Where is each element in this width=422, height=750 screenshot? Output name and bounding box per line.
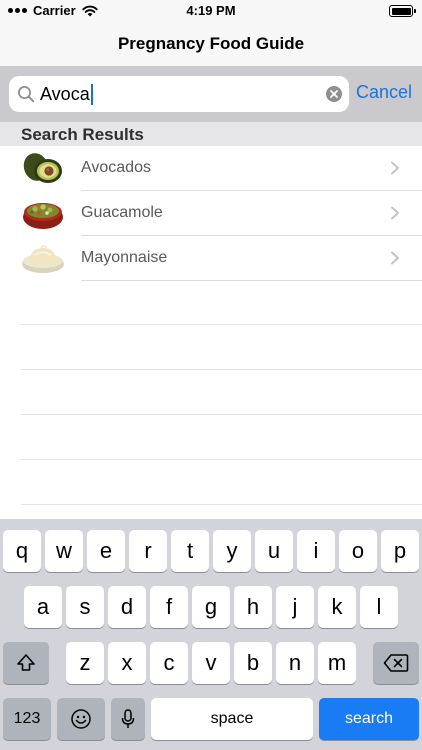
key-l[interactable]: l [360, 586, 398, 628]
key-b[interactable]: b [234, 642, 272, 684]
chevron-right-icon [391, 161, 399, 175]
guacamole-icon [23, 203, 63, 229]
avocado-icon [23, 153, 62, 183]
status-bar: Carrier 4:19 PM [0, 0, 422, 22]
status-time: 4:19 PM [186, 3, 236, 18]
key-r[interactable]: r [129, 530, 167, 572]
key-o[interactable]: o [339, 530, 377, 572]
key-e[interactable]: e [87, 530, 125, 572]
empty-row [21, 325, 422, 370]
keyboard: q w e r t y u i o p a s d f g h j k l z … [0, 519, 422, 750]
key-h[interactable]: h [234, 586, 272, 628]
list-item[interactable]: Avocados [0, 146, 422, 191]
key-y[interactable]: y [213, 530, 251, 572]
list-item[interactable]: Mayonnaise [0, 236, 422, 281]
key-v[interactable]: v [192, 642, 230, 684]
list-item-label: Guacamole [81, 204, 163, 221]
key-p[interactable]: p [381, 530, 419, 572]
dictation-key[interactable] [111, 698, 145, 740]
key-z[interactable]: z [66, 642, 104, 684]
section-header-label: Search Results [21, 125, 144, 144]
list-item-label: Avocados [81, 159, 151, 176]
empty-row [21, 280, 422, 325]
key-s[interactable]: s [66, 586, 104, 628]
empty-row [21, 370, 422, 415]
cancel-button[interactable]: Cancel [356, 82, 412, 103]
list-item[interactable]: Guacamole [0, 191, 422, 236]
numbers-key[interactable]: 123 [3, 698, 51, 740]
text-cursor [90, 83, 93, 105]
key-f[interactable]: f [150, 586, 188, 628]
key-i[interactable]: i [297, 530, 335, 572]
shift-key[interactable] [3, 642, 49, 684]
empty-rows [0, 280, 422, 505]
key-w[interactable]: w [45, 530, 83, 572]
delete-key[interactable] [373, 642, 419, 684]
empty-row [21, 460, 422, 505]
empty-row [21, 415, 422, 460]
space-key[interactable]: space [151, 698, 313, 740]
shift-icon [17, 654, 35, 671]
chevron-right-icon [391, 251, 399, 265]
key-x[interactable]: x [108, 642, 146, 684]
key-c[interactable]: c [150, 642, 188, 684]
key-q[interactable]: q [3, 530, 41, 572]
clear-text-icon[interactable] [326, 86, 342, 102]
navigation-bar: Pregnancy Food Guide [0, 22, 422, 66]
key-d[interactable]: d [108, 586, 146, 628]
emoji-key[interactable] [57, 698, 105, 740]
key-n[interactable]: n [276, 642, 314, 684]
results-list: Avocados Guacamole Mayonnaise [0, 146, 422, 281]
battery-icon [389, 5, 416, 17]
key-g[interactable]: g [192, 586, 230, 628]
search-input[interactable]: Avoca [9, 76, 349, 112]
section-header: Search Results [0, 122, 422, 146]
backspace-icon [383, 654, 409, 672]
chevron-right-icon [391, 206, 399, 220]
search-key[interactable]: search [319, 698, 419, 740]
key-u[interactable]: u [255, 530, 293, 572]
search-icon [18, 86, 35, 103]
search-bar: Avoca Cancel [0, 66, 422, 122]
key-t[interactable]: t [171, 530, 209, 572]
mayonnaise-icon [22, 245, 64, 273]
key-m[interactable]: m [318, 642, 356, 684]
search-input-value: Avoca [40, 83, 90, 104]
page-title: Pregnancy Food Guide [117, 34, 305, 53]
key-a[interactable]: a [24, 586, 62, 628]
microphone-icon [121, 709, 135, 728]
list-item-label: Mayonnaise [81, 249, 168, 266]
emoji-icon [71, 709, 91, 729]
key-j[interactable]: j [276, 586, 314, 628]
key-k[interactable]: k [318, 586, 356, 628]
